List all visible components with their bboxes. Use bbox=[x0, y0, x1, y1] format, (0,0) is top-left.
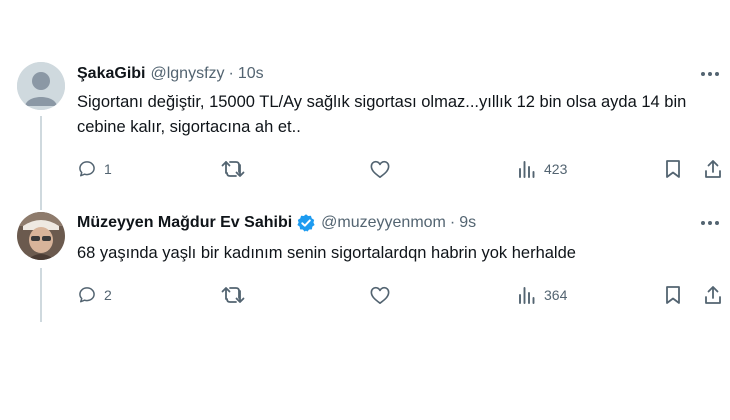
like-button[interactable] bbox=[369, 157, 398, 181]
bookmark-button[interactable] bbox=[664, 157, 682, 181]
bookmark-icon bbox=[666, 160, 680, 178]
avatar-muzeyyen[interactable] bbox=[17, 212, 65, 260]
separator-dot: · bbox=[449, 214, 456, 231]
reply-icon bbox=[79, 287, 95, 303]
views-icon bbox=[519, 287, 535, 304]
reply-button[interactable]: 1 bbox=[77, 157, 112, 181]
display-name[interactable]: ŞakaGibi bbox=[77, 65, 145, 83]
timestamp[interactable]: 10s bbox=[238, 65, 264, 83]
more-icon bbox=[701, 221, 719, 225]
verified-badge-icon bbox=[296, 213, 316, 233]
profile-photo-icon bbox=[17, 212, 65, 260]
bookmark-icon bbox=[666, 286, 680, 304]
view-count: 423 bbox=[544, 161, 568, 177]
separator-dot: · bbox=[228, 65, 234, 82]
reply-count: 1 bbox=[104, 161, 112, 177]
tweet-2[interactable]: Müzeyyen Mağdur Ev Sahibi @muzeyyenmom ·… bbox=[0, 200, 730, 330]
tweet-header: ŞakaGibi @lgnysfzy · 10s bbox=[77, 63, 264, 85]
views-button[interactable]: 423 bbox=[517, 157, 567, 181]
display-name[interactable]: Müzeyyen Mağdur Ev Sahibi bbox=[77, 214, 292, 232]
heart-icon bbox=[370, 286, 390, 304]
action-bar: 1 423 bbox=[77, 157, 727, 181]
reply-count: 2 bbox=[104, 287, 112, 303]
tweet-text: 68 yaşında yaşlı bir kadınım senin sigor… bbox=[77, 244, 576, 262]
repost-icon bbox=[221, 161, 245, 177]
action-bar: 2 364 bbox=[77, 283, 727, 307]
user-handle[interactable]: @lgnysfzy bbox=[150, 65, 224, 83]
timestamp[interactable]: 9s bbox=[459, 214, 476, 232]
share-button[interactable] bbox=[703, 157, 723, 181]
more-options-button[interactable] bbox=[698, 213, 722, 233]
avatar-sakagibi[interactable] bbox=[17, 62, 65, 110]
tweet-text: Sigortanı değiştir, 15000 TL/Ay sağlık s… bbox=[77, 93, 687, 136]
reply-button[interactable]: 2 bbox=[77, 283, 112, 307]
more-options-button[interactable] bbox=[698, 64, 722, 84]
more-icon bbox=[701, 72, 719, 76]
share-icon bbox=[705, 160, 721, 178]
bookmark-button[interactable] bbox=[664, 283, 682, 307]
default-avatar-icon bbox=[17, 62, 65, 110]
tweet-header: Müzeyyen Mağdur Ev Sahibi @muzeyyenmom ·… bbox=[77, 212, 476, 234]
user-handle[interactable]: @muzeyyenmom bbox=[321, 214, 446, 232]
repost-button[interactable] bbox=[221, 157, 252, 181]
views-button[interactable]: 364 bbox=[517, 283, 567, 307]
reply-icon bbox=[79, 161, 95, 177]
views-icon bbox=[519, 161, 535, 178]
share-button[interactable] bbox=[703, 283, 723, 307]
view-count: 364 bbox=[544, 287, 568, 303]
share-icon bbox=[705, 286, 721, 304]
repost-button[interactable] bbox=[221, 283, 252, 307]
tweet-1[interactable]: ŞakaGibi @lgnysfzy · 10s Sigortanı değiş… bbox=[0, 0, 730, 200]
repost-icon bbox=[221, 287, 245, 303]
like-button[interactable] bbox=[369, 283, 398, 307]
heart-icon bbox=[370, 160, 390, 178]
